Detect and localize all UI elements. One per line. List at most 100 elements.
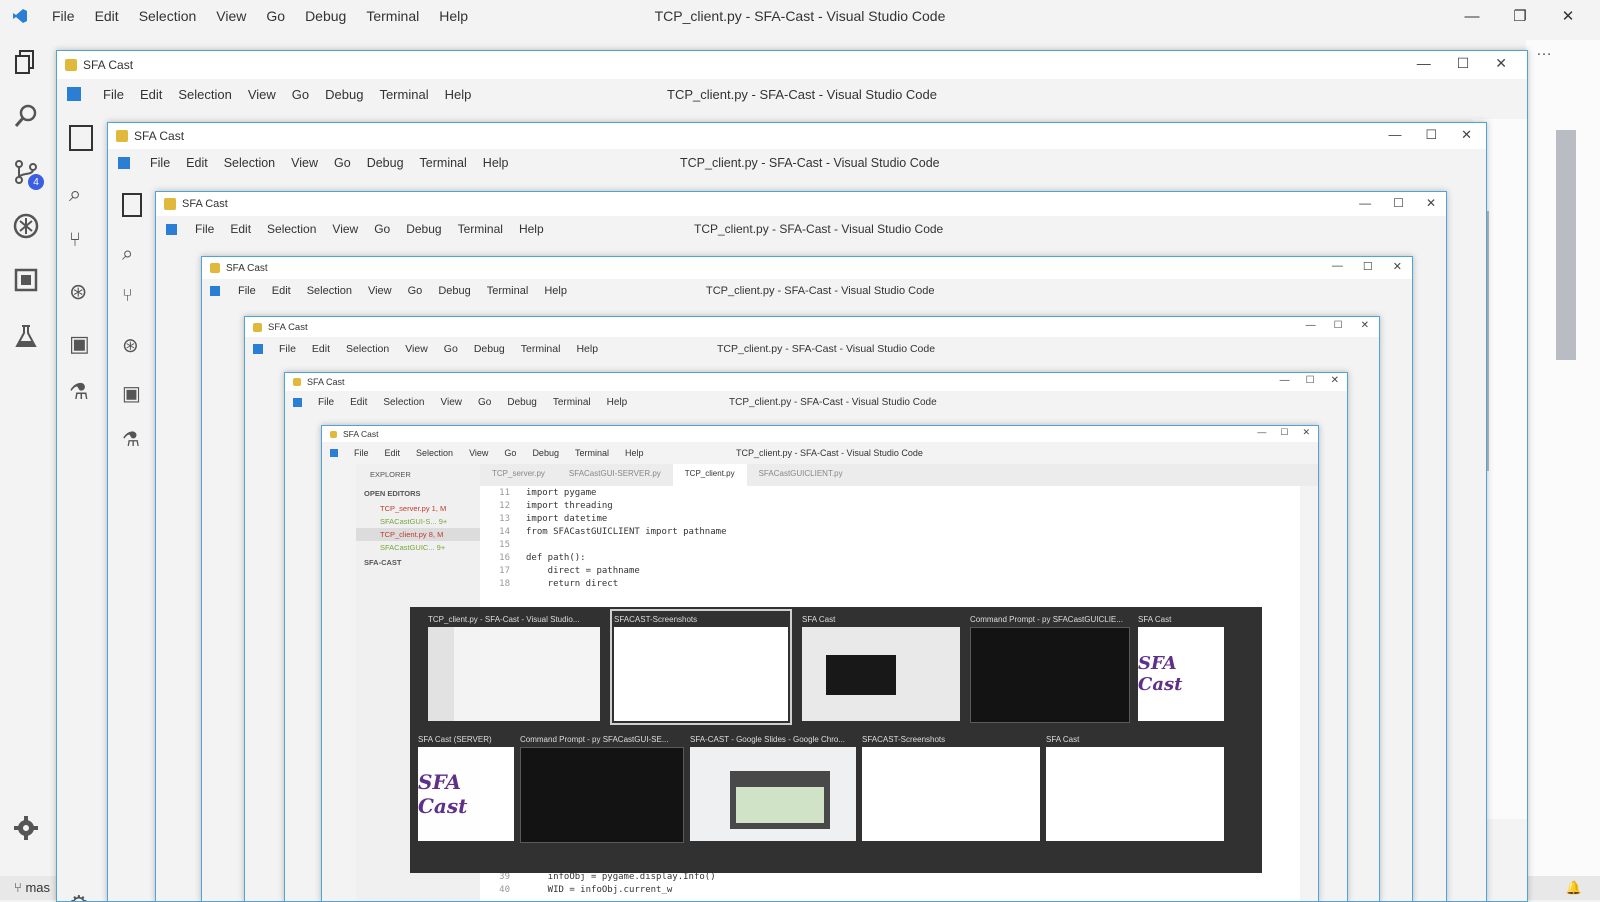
more-actions-icon[interactable]: … xyxy=(1536,42,1552,60)
search-icon[interactable]: ⌕ xyxy=(69,181,81,207)
menu-selection[interactable]: Selection xyxy=(259,222,324,236)
menu-go[interactable]: Go xyxy=(366,222,398,236)
minimize-button[interactable]: — xyxy=(1448,0,1496,32)
menu-go[interactable]: Go xyxy=(496,448,524,458)
menu-debug[interactable]: Debug xyxy=(295,0,356,32)
menu-selection[interactable]: Selection xyxy=(129,0,207,32)
close-button[interactable]: ✕ xyxy=(1544,0,1592,32)
settings-gear-icon[interactable]: ⚙ xyxy=(69,891,89,901)
menu-go[interactable]: Go xyxy=(326,156,359,170)
test-flask-icon[interactable]: ⚗ xyxy=(69,379,89,405)
menu-edit[interactable]: Edit xyxy=(342,397,375,408)
menu-debug[interactable]: Debug xyxy=(524,448,567,458)
minimize-button[interactable]: — xyxy=(1359,196,1371,210)
explorer-icon[interactable] xyxy=(122,193,142,217)
menu-selection[interactable]: Selection xyxy=(338,343,397,355)
minimize-button[interactable]: — xyxy=(1388,127,1401,143)
project-label[interactable]: SFA-CAST xyxy=(356,554,480,571)
close-button[interactable]: ✕ xyxy=(1361,320,1369,331)
close-button[interactable]: ✕ xyxy=(1331,375,1339,386)
switcher-item[interactable]: SFA Cast xyxy=(802,613,960,721)
debug-icon[interactable]: ⊛ xyxy=(69,279,87,305)
menu-edit[interactable]: Edit xyxy=(222,222,259,236)
menu-help[interactable]: Help xyxy=(599,397,636,408)
menu-selection[interactable]: Selection xyxy=(375,397,432,408)
menu-edit[interactable]: Edit xyxy=(304,343,338,355)
menu-help[interactable]: Help xyxy=(617,448,652,458)
menu-help[interactable]: Help xyxy=(437,87,480,102)
menu-terminal[interactable]: Terminal xyxy=(567,448,617,458)
minimize-button[interactable]: — xyxy=(1257,427,1266,438)
menu-file[interactable]: File xyxy=(187,222,222,236)
menu-view[interactable]: View xyxy=(397,343,436,355)
menu-file[interactable]: File xyxy=(230,285,264,297)
menu-debug[interactable]: Debug xyxy=(317,87,371,102)
open-editor-item[interactable]: TCP_server.py 1, M xyxy=(356,502,480,515)
menu-terminal[interactable]: Terminal xyxy=(479,285,537,297)
open-editor-item[interactable]: SFACastGUIC... 9+ xyxy=(356,541,480,554)
search-icon[interactable]: ⌕ xyxy=(122,243,133,266)
maximize-button[interactable]: ☐ xyxy=(1425,127,1437,143)
minimize-button[interactable]: — xyxy=(1332,260,1343,273)
menu-go[interactable]: Go xyxy=(400,285,431,297)
minimap-slider[interactable] xyxy=(1556,130,1576,360)
menu-debug[interactable]: Debug xyxy=(466,343,513,355)
tab-tcp-server[interactable]: TCP_server.py xyxy=(480,464,557,486)
switcher-item[interactable]: SFA Cast SFA Cast xyxy=(1138,613,1224,721)
open-editor-item[interactable]: TCP_client.py 8, M xyxy=(356,528,480,541)
extensions-icon[interactable]: ▣ xyxy=(69,331,90,357)
debug-icon[interactable]: ⊛ xyxy=(122,333,139,358)
maximize-button[interactable]: ☐ xyxy=(1457,55,1470,72)
menu-selection[interactable]: Selection xyxy=(170,87,239,102)
menu-file[interactable]: File xyxy=(310,397,342,408)
menu-terminal[interactable]: Terminal xyxy=(371,87,436,102)
test-flask-icon[interactable] xyxy=(10,320,42,352)
extensions-icon[interactable]: ▣ xyxy=(122,381,141,406)
menu-help[interactable]: Help xyxy=(475,156,517,170)
minimize-button[interactable]: — xyxy=(1280,375,1290,386)
menu-go[interactable]: Go xyxy=(436,343,466,355)
menu-help[interactable]: Help xyxy=(511,222,552,236)
restore-button[interactable]: ❐ xyxy=(1496,0,1544,32)
test-flask-icon[interactable]: ⚗ xyxy=(122,427,140,452)
menu-debug[interactable]: Debug xyxy=(430,285,478,297)
menu-help[interactable]: Help xyxy=(429,0,478,32)
menu-help[interactable]: Help xyxy=(568,343,606,355)
menu-selection[interactable]: Selection xyxy=(216,156,283,170)
maximize-button[interactable]: ☐ xyxy=(1334,320,1343,331)
menu-selection[interactable]: Selection xyxy=(299,285,360,297)
menu-edit[interactable]: Edit xyxy=(264,285,299,297)
switcher-item[interactable]: Command Prompt - py SFACastGUI-SE... xyxy=(520,733,684,843)
minimize-button[interactable]: — xyxy=(1417,55,1431,72)
menu-terminal[interactable]: Terminal xyxy=(545,397,599,408)
maximize-button[interactable]: ☐ xyxy=(1363,260,1373,273)
notification-bell-icon[interactable]: 🔔 xyxy=(1566,876,1582,900)
close-button[interactable]: ✕ xyxy=(1426,196,1436,210)
switcher-item[interactable]: Command Prompt - py SFACastGUICLIE... xyxy=(970,613,1130,723)
maximize-button[interactable]: ☐ xyxy=(1306,375,1315,386)
menu-view[interactable]: View xyxy=(461,448,496,458)
tab-sfacastgui-server[interactable]: SFACastGUI-SERVER.py xyxy=(557,464,673,486)
menu-view[interactable]: View xyxy=(324,222,366,236)
close-button[interactable]: ✕ xyxy=(1393,260,1402,273)
settings-gear-icon[interactable] xyxy=(10,812,42,844)
menu-view[interactable]: View xyxy=(360,285,400,297)
menu-file[interactable]: File xyxy=(346,448,377,458)
menu-go[interactable]: Go xyxy=(470,397,499,408)
search-icon[interactable] xyxy=(10,100,42,132)
close-button[interactable]: ✕ xyxy=(1302,427,1310,438)
maximize-button[interactable]: ☐ xyxy=(1393,196,1404,210)
source-control-icon[interactable]: 4 xyxy=(10,156,44,190)
menu-debug[interactable]: Debug xyxy=(398,222,449,236)
tab-sfacastguiclient[interactable]: SFACastGUICLIENT.py xyxy=(747,464,855,486)
menu-file[interactable]: File xyxy=(271,343,304,355)
menu-selection[interactable]: Selection xyxy=(408,448,461,458)
debug-icon[interactable] xyxy=(10,210,42,242)
switcher-item[interactable]: SFA Cast xyxy=(1046,733,1224,841)
source-control-icon[interactable]: ⑂ xyxy=(122,285,133,306)
menu-debug[interactable]: Debug xyxy=(359,156,412,170)
open-editors-label[interactable]: OPEN EDITORS xyxy=(356,485,480,502)
open-editor-item[interactable]: SFACastGUI-S... 9+ xyxy=(356,515,480,528)
branch-name[interactable]: mas xyxy=(25,880,50,895)
close-button[interactable]: ✕ xyxy=(1495,55,1507,72)
